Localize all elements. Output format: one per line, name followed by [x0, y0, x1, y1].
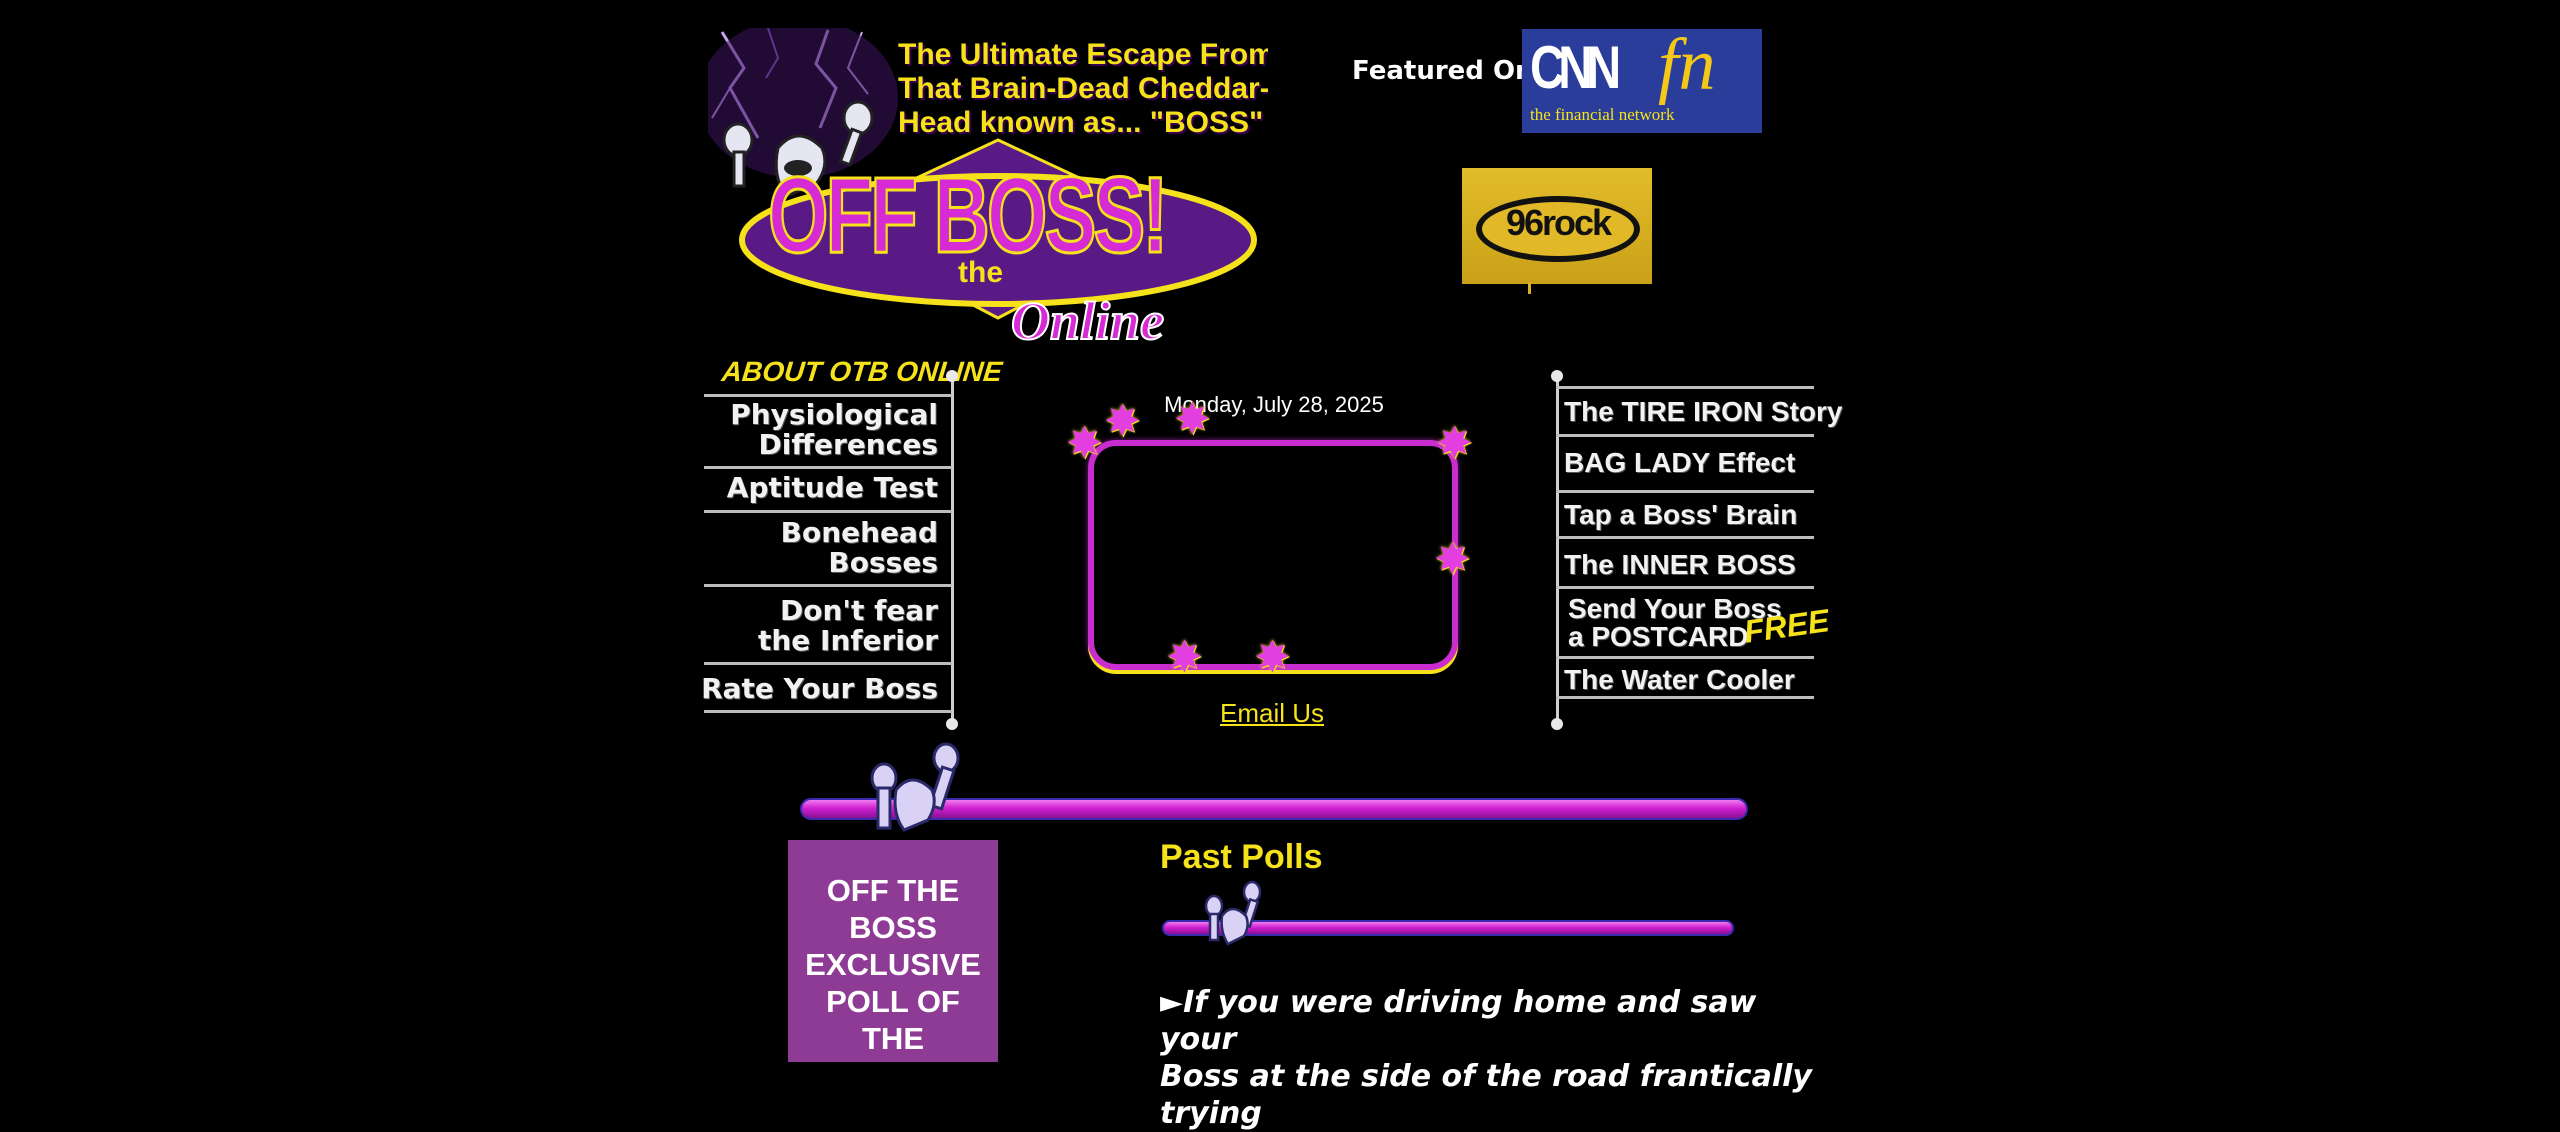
nav-dont-fear-the-inferior[interactable]: Don't fear the Inferior	[758, 596, 938, 656]
right-nav-separator	[1556, 434, 1814, 437]
tagline-line: Head known as... "BOSS"	[898, 106, 1264, 139]
play-arrow-icon: ►	[1160, 985, 1184, 1020]
raised-fists-icon	[870, 742, 960, 832]
past-polls-heading: Past Polls	[1160, 838, 1323, 876]
cnn-subtitle: the financial network	[1530, 105, 1675, 124]
nav-physiological-differences[interactable]: Physiological Differences	[730, 400, 938, 460]
left-nav-separator	[704, 662, 952, 665]
nav-item-line: the Inferior	[757, 624, 938, 657]
exclusive-poll-heading: OFF THE BOSS EXCLUSIVE POLL OF THE	[788, 872, 998, 1057]
nav-rate-your-boss[interactable]: Rate Your Boss	[701, 674, 938, 704]
about-otb-heading[interactable]: ABOUT OTB ONLINE	[720, 356, 1003, 388]
logo-online-text: Online	[1010, 290, 1165, 352]
poll-question-line: ►If you were driving home and saw your	[1160, 984, 1840, 1058]
poll-heading-line: BOSS	[849, 910, 937, 945]
nav-item-line: Don't fear	[780, 594, 938, 627]
poll-heading-line: EXCLUSIVE	[805, 947, 981, 982]
logo-the-text: the	[958, 256, 1003, 289]
current-date: Monday, July 28, 2025	[1164, 392, 1384, 417]
fn-logo-text: fn	[1658, 29, 1716, 106]
nav-item-line: BAG LADY Effect	[1564, 447, 1796, 478]
poll-heading-line: OFF THE	[826, 873, 960, 908]
right-nav-top-dot	[1551, 370, 1563, 382]
right-nav-separator	[1556, 490, 1814, 493]
starburst-icon: ✸	[1434, 534, 1471, 585]
nav-bonehead-bosses[interactable]: Bonehead Bosses	[781, 518, 938, 578]
left-nav-vertical-line	[951, 376, 954, 724]
nav-water-cooler[interactable]: The Water Cooler	[1564, 666, 1795, 694]
left-nav-separator	[704, 584, 952, 587]
right-nav-vertical-line	[1556, 376, 1559, 724]
nav-item-line: Aptitude Test	[726, 471, 938, 504]
starburst-icon: ✸	[1166, 632, 1203, 683]
left-nav-bottom-dot	[946, 718, 958, 730]
right-nav-bottom-dot	[1551, 718, 1563, 730]
nav-item-line: The TIRE IRON Story	[1564, 396, 1843, 427]
poll-question-line: Boss at the side of the road frantically…	[1160, 1059, 1812, 1131]
starburst-icon: ✸	[1066, 418, 1103, 469]
nav-item-line: The INNER BOSS	[1564, 549, 1796, 580]
tagline-line: That Brain-Dead Cheddar-	[898, 72, 1268, 105]
logo-tagline: The Ultimate Escape From That Brain-Dead…	[898, 38, 1268, 140]
email-us-link[interactable]: Email Us	[1164, 698, 1380, 729]
starburst-icon: ✸	[1436, 418, 1473, 469]
poll-question-text: If you were driving home and saw your	[1160, 985, 1757, 1057]
raised-fists-icon	[1204, 880, 1262, 946]
nav-item-line: Bonehead	[780, 516, 938, 549]
starburst-icon: ✸	[1104, 396, 1141, 447]
poll-heading-line: POLL OF	[826, 984, 960, 1019]
nav-item-line: Bosses	[828, 546, 938, 579]
cnn-logo-text: CNN	[1530, 34, 1621, 101]
right-nav-separator	[1556, 696, 1814, 699]
nav-tap-a-boss-brain[interactable]: Tap a Boss' Brain	[1564, 501, 1797, 529]
nav-item-line: Rate Your Boss	[701, 672, 938, 705]
cnnfn-logo-link[interactable]: CNN fn the financial network	[1522, 29, 1762, 133]
featured-on-label: Featured On	[1352, 56, 1534, 86]
nav-bag-lady-effect[interactable]: BAG LADY Effect	[1564, 449, 1795, 477]
96rock-logo-text: 96rock	[1505, 202, 1612, 243]
poll-heading-line: THE	[862, 1021, 924, 1056]
96rock-logo-link[interactable]: 96rock	[1462, 168, 1652, 284]
left-nav-separator	[704, 466, 952, 469]
nav-aptitude-test[interactable]: Aptitude Test	[727, 473, 938, 503]
tagline-line: The Ultimate Escape From	[898, 38, 1268, 71]
nav-item-line: The Water Cooler	[1564, 664, 1795, 695]
center-feature-frame[interactable]: ✸ ✸ ✸ ✸ ✸ ✸ ✸	[1066, 398, 1473, 680]
nav-tire-iron-story[interactable]: The TIRE IRON Story	[1564, 398, 1842, 426]
left-nav-separator	[704, 710, 952, 713]
starburst-icon: ✸	[1254, 632, 1291, 683]
right-nav-separator	[1556, 586, 1814, 589]
right-nav-separator	[1556, 656, 1814, 659]
left-nav-separator	[704, 510, 952, 513]
nav-item-line: Tap a Boss' Brain	[1564, 499, 1798, 530]
nav-inner-boss[interactable]: The INNER BOSS	[1564, 551, 1796, 579]
right-nav-separator	[1556, 536, 1814, 539]
nav-item-line: Physiological	[730, 398, 938, 431]
nav-item-line: Differences	[758, 428, 939, 461]
right-nav-separator	[1556, 386, 1814, 389]
left-nav-top-dot	[946, 370, 958, 382]
left-nav-separator	[704, 394, 952, 397]
past-poll-question[interactable]: ►If you were driving home and saw your B…	[1160, 984, 1840, 1132]
96rock-tick-divider	[1528, 282, 1531, 294]
exclusive-poll-box: OFF THE BOSS EXCLUSIVE POLL OF THE	[788, 840, 998, 1062]
starburst-icon: ✸	[1174, 394, 1211, 445]
off-the-boss-logo[interactable]: The Ultimate Escape From That Brain-Dead…	[708, 28, 1268, 354]
